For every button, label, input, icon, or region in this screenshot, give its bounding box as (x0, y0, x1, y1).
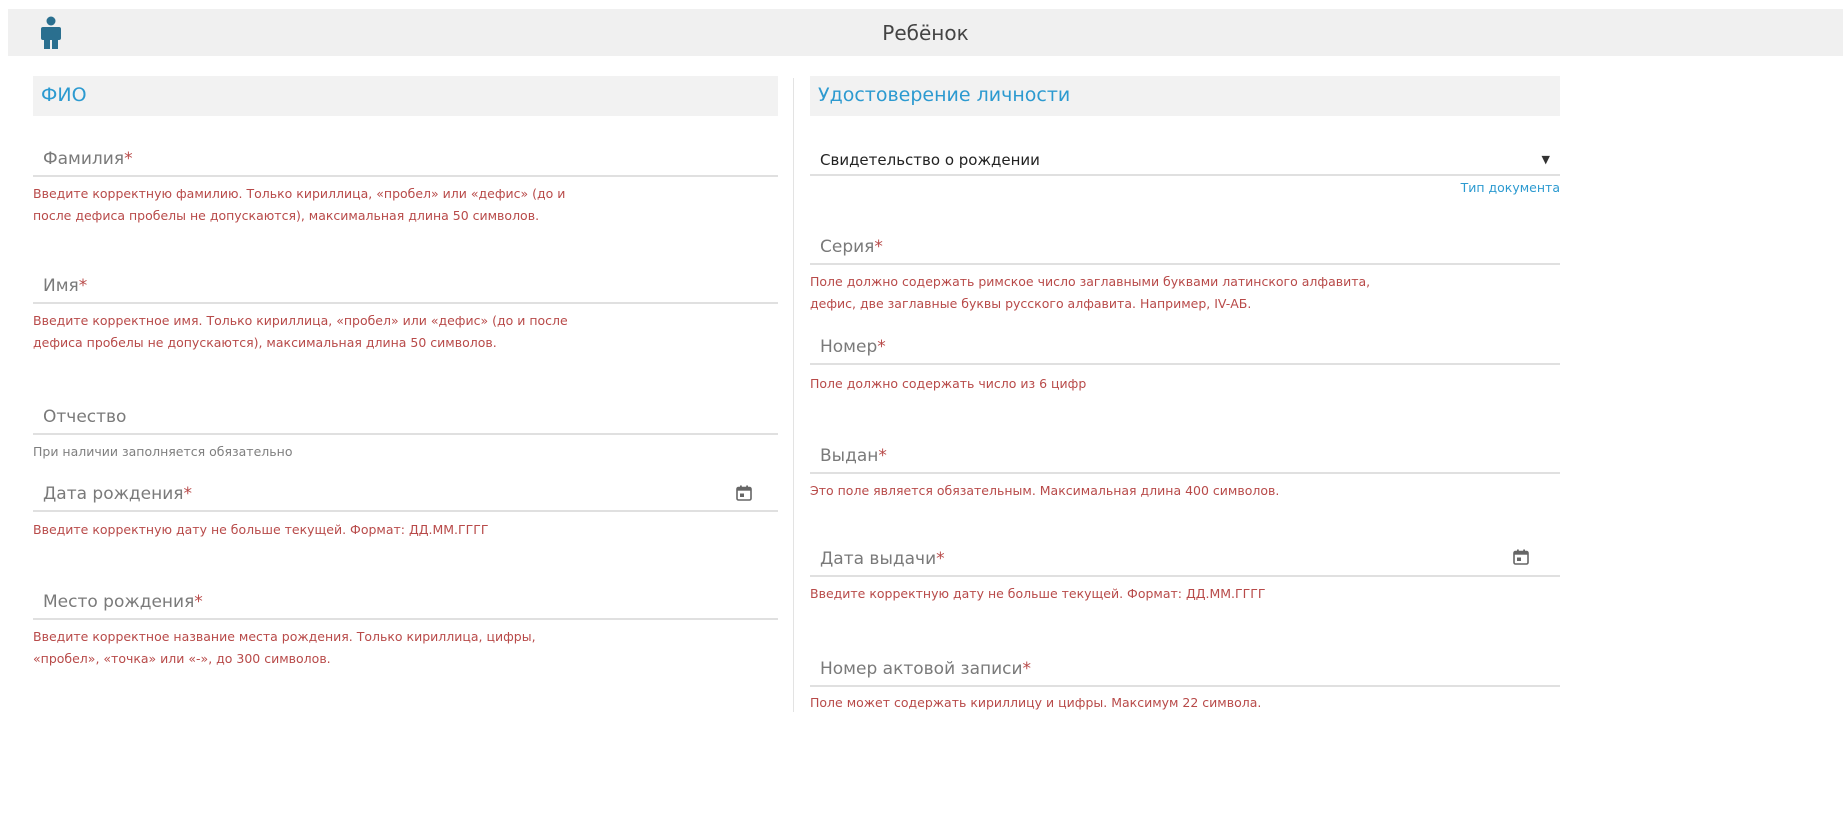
surname-field[interactable]: Фамилия* (33, 149, 778, 177)
doc-type-underline (810, 174, 1560, 176)
number-label: Номер* (820, 337, 886, 357)
required-mark: * (877, 337, 886, 357)
required-mark: * (936, 549, 945, 569)
required-mark: * (183, 484, 193, 504)
number-error: Поле должно содержать число из 6 цифр (810, 376, 1087, 391)
chevron-down-icon[interactable]: ▼ (1542, 153, 1550, 166)
patronymic-hint: При наличии заполняется обязательно (33, 444, 293, 459)
name-label: Имя* (43, 276, 88, 296)
fio-section-title: ФИО (41, 84, 87, 106)
issue-date-field[interactable]: Дата выдачи* (810, 549, 1560, 577)
number-underline (810, 363, 1560, 365)
series-error: Поле должно содержать римское число загл… (810, 274, 1371, 311)
birth-place-error: Введите корректное название места рожден… (33, 629, 536, 666)
issue-date-underline (810, 575, 1560, 577)
name-field[interactable]: Имя* (33, 276, 778, 304)
column-divider (793, 78, 794, 712)
issue-date-label: Дата выдачи* (820, 549, 945, 569)
required-mark: * (874, 237, 883, 257)
issued-by-underline (810, 472, 1560, 474)
required-mark: * (878, 446, 887, 466)
doc-type-caption: Тип документа (1460, 180, 1560, 195)
fio-section-header: ФИО (33, 76, 778, 116)
series-label: Серия* (820, 237, 883, 257)
issued-by-field[interactable]: Выдан* (810, 446, 1560, 474)
required-mark: * (1022, 659, 1032, 679)
name-underline (33, 302, 778, 304)
page-title: Ребёнок (882, 21, 969, 45)
patronymic-label: Отчество (43, 407, 127, 427)
calendar-icon[interactable] (736, 485, 752, 501)
surname-error: Введите корректную фамилию. Только кирил… (33, 186, 566, 223)
doc-type-select[interactable]: Свидетельство о рождении ▼ (810, 151, 1560, 176)
series-field[interactable]: Серия* (810, 237, 1560, 265)
series-underline (810, 263, 1560, 265)
issued-by-error: Это поле является обязательным. Максимал… (810, 483, 1280, 498)
birth-date-label: Дата рождения* (43, 484, 193, 504)
record-number-field[interactable]: Номер актовой записи* (810, 659, 1560, 687)
record-number-underline (810, 685, 1560, 687)
issue-date-error: Введите корректную дату не больше текуще… (810, 586, 1266, 601)
surname-underline (33, 175, 778, 177)
birth-place-underline (33, 618, 778, 620)
birth-date-underline (33, 510, 778, 512)
issued-by-label: Выдан* (820, 446, 887, 466)
birth-date-field[interactable]: Дата рождения* (33, 484, 778, 512)
patronymic-underline (33, 433, 778, 435)
page-header: Ребёнок (8, 9, 1843, 56)
birth-date-error: Введите корректную дату не больше текуще… (33, 522, 489, 537)
name-error: Введите корректное имя. Только кириллица… (33, 313, 568, 350)
number-field[interactable]: Номер* (810, 337, 1560, 365)
record-number-label: Номер актовой записи* (820, 659, 1032, 679)
required-mark: * (194, 592, 203, 612)
required-mark: * (124, 149, 133, 169)
doc-type-value: Свидетельство о рождении (820, 151, 1040, 169)
calendar-icon[interactable] (1513, 549, 1529, 565)
patronymic-field[interactable]: Отчество (33, 407, 778, 435)
birth-place-label: Место рождения* (43, 592, 203, 612)
identity-section-header: Удостоверение личности (810, 76, 1560, 116)
birth-place-field[interactable]: Место рождения* (33, 592, 778, 620)
required-mark: * (78, 276, 88, 296)
record-number-error: Поле может содержать кириллицу и цифры. … (810, 695, 1262, 710)
surname-label: Фамилия* (43, 149, 133, 169)
identity-section-title: Удостоверение личности (818, 84, 1071, 106)
